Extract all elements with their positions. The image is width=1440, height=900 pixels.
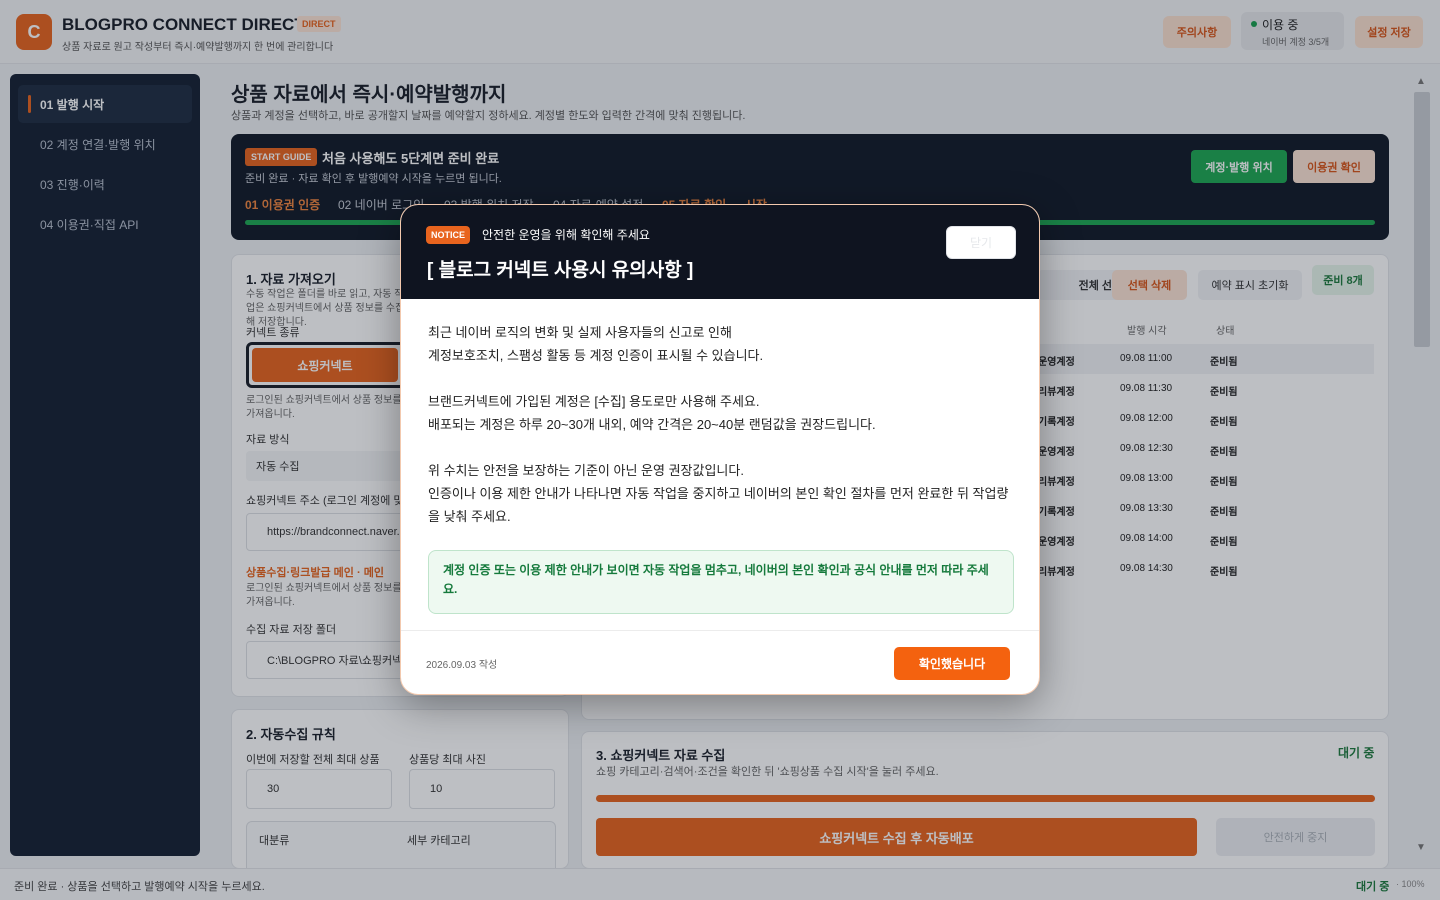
- notice-modal: NOTICE 안전한 운영을 위해 확인해 주세요 [ 블로그 커넥트 사용시 …: [400, 204, 1040, 695]
- modal-body: 최근 네이버 로직의 변화 및 실제 사용자들의 신고로 인해계정보호조치, 스…: [428, 321, 1018, 551]
- confirm-button[interactable]: 확인했습니다: [894, 647, 1010, 680]
- modal-date: 2026.09.03 작성: [426, 660, 498, 671]
- para2-line1: 브랜드커넥트에 가입된 계정은 [수집] 용도로만 사용해 주세요.: [428, 394, 760, 409]
- notice-badge: NOTICE: [426, 226, 471, 244]
- para1-line1: 최근 네이버 로직의 변화 및 실제 사용자들의 신고로 인해: [428, 325, 732, 340]
- modal-footer: 2026.09.03 작성 확인했습니다: [401, 630, 1039, 694]
- para3-line1: 위 수치는 안전을 보장하는 기준이 아닌 운영 권장값입니다.: [428, 463, 744, 478]
- para3-line2: 인증이나 이용 제한 안내가 나타나면 자동 작업을 중지하고 네이버의 본인 …: [428, 486, 1009, 524]
- para2-line2: 배포되는 계정은 하루 20~30개 내외, 예약 간격은 20~40분 랜덤값…: [428, 417, 876, 432]
- modal-close-button[interactable]: 닫기: [946, 226, 1016, 259]
- modal-alert: 계정 인증 또는 이용 제한 안내가 보이면 자동 작업을 멈추고, 네이버의 …: [428, 550, 1014, 614]
- modal-header: NOTICE 안전한 운영을 위해 확인해 주세요 [ 블로그 커넥트 사용시 …: [401, 205, 1039, 299]
- modal-title: [ 블로그 커넥트 사용시 유의사항 ]: [427, 260, 694, 281]
- modal-subtitle: 안전한 운영을 위해 확인해 주세요: [482, 228, 650, 242]
- para1-line2: 계정보호조치, 스팸성 활동 등 계정 인증이 표시될 수 있습니다.: [428, 348, 764, 363]
